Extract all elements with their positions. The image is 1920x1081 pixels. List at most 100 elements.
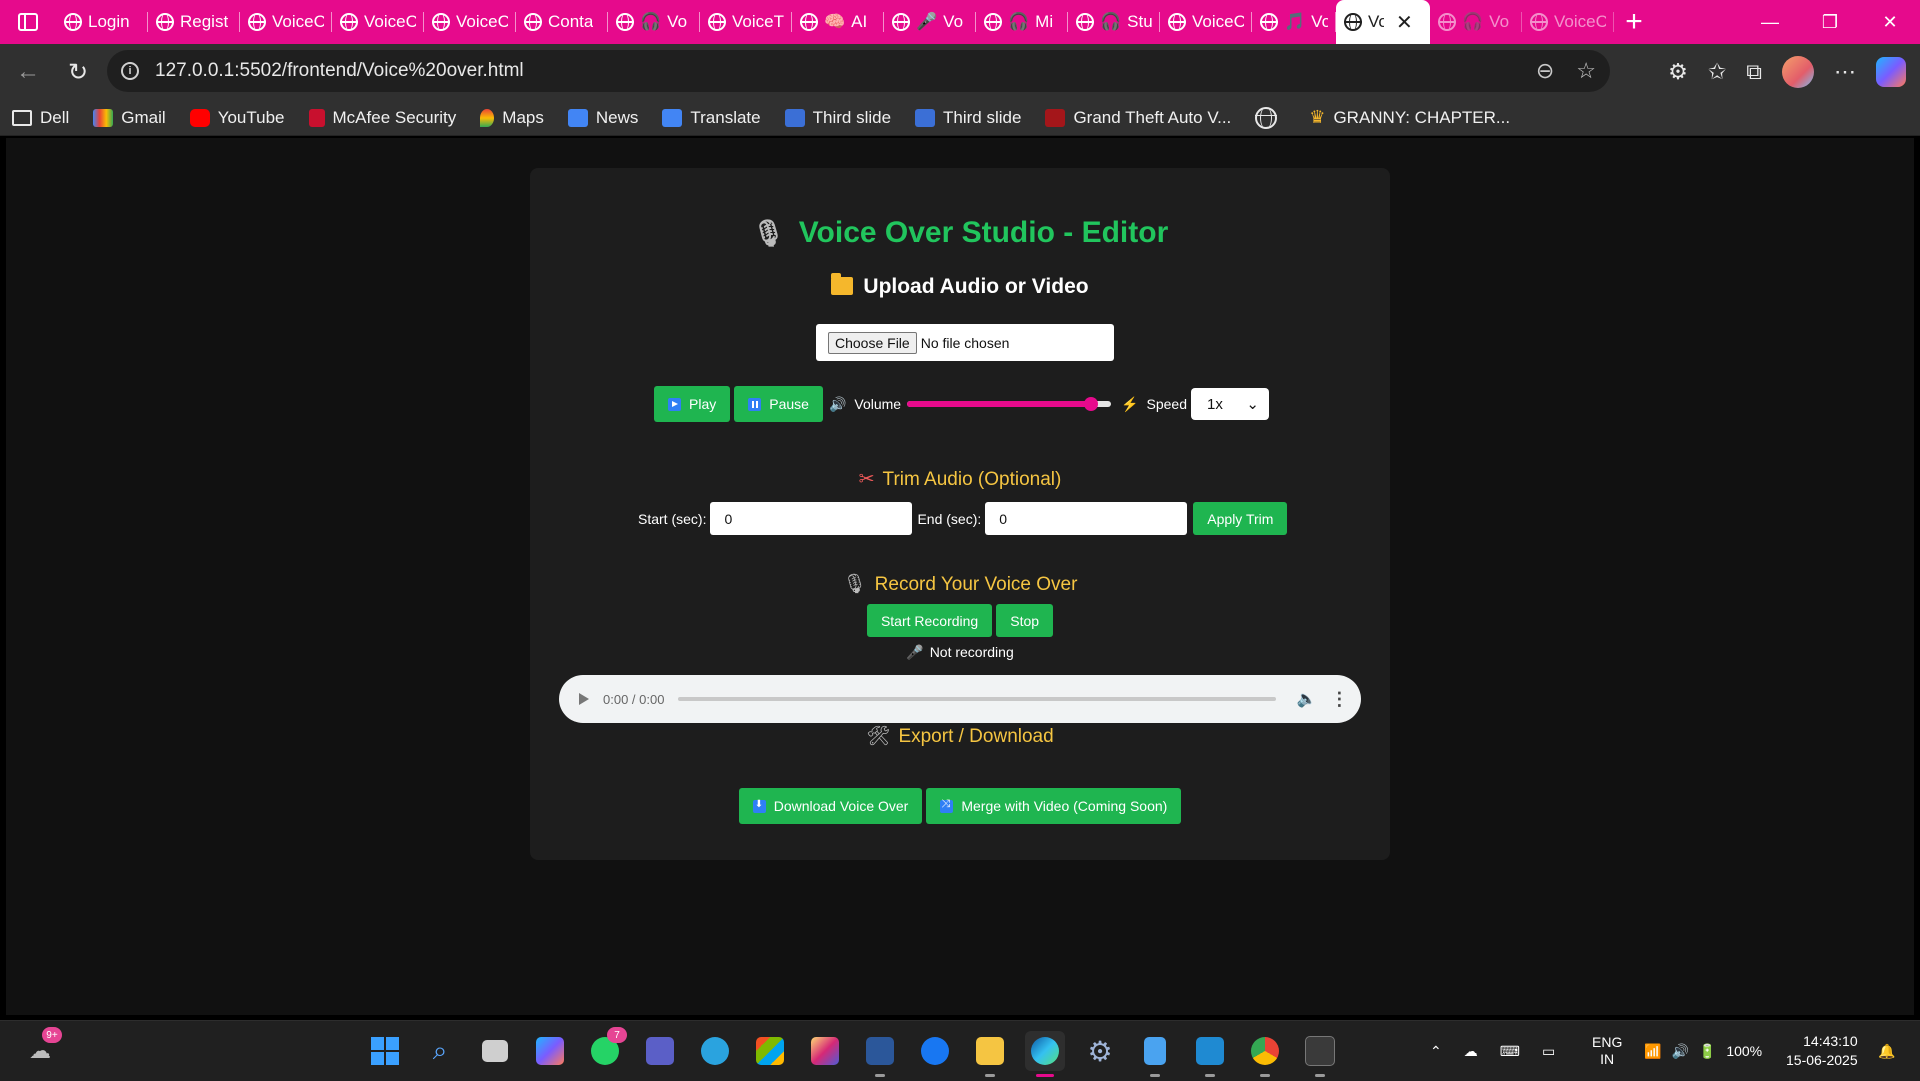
bookmark-maps[interactable]: Maps: [480, 108, 544, 128]
start-button[interactable]: [365, 1031, 405, 1071]
bookmark-dell[interactable]: Dell: [12, 108, 69, 128]
back-button[interactable]: ←: [6, 50, 50, 94]
vscode-app[interactable]: [1190, 1031, 1230, 1077]
apply-trim-button[interactable]: Apply Trim: [1193, 502, 1288, 535]
start-label: Start (sec):: [638, 510, 707, 527]
bookmark-news[interactable]: News: [567, 108, 638, 128]
reload-button[interactable]: ↻: [56, 50, 100, 94]
bookmark-youtube[interactable]: YouTube: [189, 108, 285, 128]
keyboard-icon[interactable]: ⌨: [1500, 1043, 1520, 1060]
tab-register[interactable]: Regist: [148, 0, 240, 44]
copilot-icon[interactable]: [1876, 57, 1906, 87]
download-voice-over-button[interactable]: Download Voice Over: [738, 788, 923, 824]
url-text[interactable]: 127.0.0.1:5502/frontend/Voice%20over.htm…: [155, 60, 524, 82]
task-view[interactable]: [475, 1031, 515, 1071]
trim-end-input[interactable]: 0: [985, 502, 1188, 535]
language-indicator[interactable]: ENG IN: [1592, 1021, 1622, 1081]
notifications-button[interactable]: 🔔: [1878, 1021, 1895, 1081]
terminal-app[interactable]: [1300, 1031, 1340, 1077]
info-icon[interactable]: i: [121, 62, 139, 80]
tab-voice-3[interactable]: VoiceC: [424, 0, 516, 44]
zoom-out-icon[interactable]: ⊖: [1536, 58, 1554, 84]
store-app[interactable]: [750, 1031, 790, 1071]
tab-stu[interactable]: 🎧 Stu: [1068, 0, 1160, 44]
extensions-icon[interactable]: ⚙: [1668, 59, 1688, 85]
running-indicator: [1150, 1074, 1160, 1077]
volume-slider[interactable]: [907, 394, 1112, 414]
tab-voice-4[interactable]: VoiceC: [1160, 0, 1252, 44]
word-app[interactable]: [860, 1031, 900, 1077]
teams-app[interactable]: [640, 1031, 680, 1071]
onedrive-icon[interactable]: ☁: [1464, 1043, 1478, 1060]
profile-avatar[interactable]: [1782, 56, 1814, 88]
volume-thumb[interactable]: [1083, 397, 1098, 411]
whatsapp-app[interactable]: 7: [585, 1027, 627, 1071]
tab-contact[interactable]: Conta: [516, 0, 608, 44]
favorites-icon[interactable]: ✩: [1708, 59, 1726, 85]
tab-voice-1[interactable]: VoiceC: [240, 0, 332, 44]
tab-vo-2[interactable]: 🎤 Vo: [884, 0, 976, 44]
volume-icon[interactable]: 🔈: [1296, 689, 1316, 709]
tab-voice-2[interactable]: VoiceC: [332, 0, 424, 44]
merge-video-button[interactable]: Merge with Video (Coming Soon): [926, 788, 1182, 824]
file-explorer-app[interactable]: [970, 1031, 1010, 1077]
start-recording-button[interactable]: Start Recording: [866, 604, 993, 637]
bookmark-granny[interactable]: ♛ GRANNY: CHAPTER...: [1309, 107, 1510, 128]
weather-widget[interactable]: ☁ 9+: [20, 1027, 62, 1071]
bookmark-globe[interactable]: [1255, 106, 1285, 129]
taskbar-search[interactable]: ⌕: [420, 1031, 460, 1071]
tab-close-icon[interactable]: ✕: [1396, 10, 1413, 35]
tablet-icon[interactable]: ▭: [1542, 1043, 1555, 1060]
stop-button[interactable]: Stop: [996, 604, 1054, 637]
tab-vo-4[interactable]: 🎧 Vo: [1430, 0, 1522, 44]
new-tab-button[interactable]: +: [1614, 0, 1654, 44]
quick-settings[interactable]: 📶 🔊 🔋 100%: [1644, 1021, 1762, 1081]
tab-active-voice-over[interactable]: Vo ✕: [1336, 0, 1430, 44]
pause-button[interactable]: Pause: [734, 386, 823, 422]
bookmark-mcafee[interactable]: McAfee Security: [308, 108, 456, 128]
facebook-app[interactable]: [915, 1031, 955, 1071]
star-icon[interactable]: ☆: [1576, 58, 1596, 84]
bell-icon: 🔔: [1878, 1042, 1896, 1059]
speed-select[interactable]: 1x ⌄: [1191, 388, 1269, 420]
address-bar[interactable]: i 127.0.0.1:5502/frontend/Voice%20over.h…: [107, 50, 1610, 92]
tab-voice-t[interactable]: VoiceT: [700, 0, 792, 44]
bookmark-translate[interactable]: Translate: [662, 108, 761, 128]
instagram-app[interactable]: [805, 1031, 845, 1071]
tab-mi[interactable]: 🎧 Mi: [976, 0, 1068, 44]
tab-voice-5[interactable]: VoiceC: [1522, 0, 1614, 44]
notepad-app[interactable]: [1135, 1031, 1175, 1077]
bookmark-gmail[interactable]: Gmail: [93, 108, 166, 128]
more-menu-icon[interactable]: ⋯: [1834, 59, 1856, 85]
tab-ai[interactable]: 🧠 AI: [792, 0, 884, 44]
edge-app[interactable]: [1025, 1031, 1065, 1077]
search-icon: ⌕: [432, 1035, 448, 1065]
tab-vo-1[interactable]: 🎧 Vo: [608, 0, 700, 44]
bookmark-third-slide-2[interactable]: Third slide: [915, 108, 1021, 128]
volume-label: Volume: [854, 396, 902, 412]
chrome-app[interactable]: [1245, 1031, 1285, 1077]
file-input[interactable]: Choose File No file chosen: [816, 324, 1114, 361]
chevron-up-icon[interactable]: ⌃: [1430, 1043, 1442, 1060]
bookmark-label: Grand Theft Auto V...: [1073, 107, 1232, 127]
running-indicator: [1205, 1074, 1215, 1077]
copilot-app[interactable]: [530, 1031, 570, 1071]
tab-actions-button[interactable]: [0, 0, 56, 44]
clock[interactable]: 14:43:10 15-06-2025: [1786, 1021, 1858, 1081]
choose-file-button[interactable]: Choose File: [828, 331, 917, 354]
close-window-button[interactable]: ✕: [1860, 0, 1920, 44]
play-button[interactable]: Play: [654, 386, 731, 422]
audio-progress-bar[interactable]: [678, 697, 1277, 701]
settings-app[interactable]: ⚙: [1080, 1031, 1120, 1071]
play-icon[interactable]: [579, 693, 589, 705]
telegram-app[interactable]: [695, 1031, 735, 1071]
bookmark-third-slide-1[interactable]: Third slide: [784, 108, 891, 128]
more-options-icon[interactable]: ⋮: [1330, 689, 1348, 710]
tab-login[interactable]: Login: [56, 0, 148, 44]
bookmark-gta[interactable]: Grand Theft Auto V...: [1045, 108, 1231, 128]
minimize-button[interactable]: —: [1740, 0, 1800, 44]
collections-icon[interactable]: ⧉: [1746, 59, 1762, 85]
tab-vo-3[interactable]: 🎵 Vo: [1252, 0, 1336, 44]
restore-button[interactable]: ❐: [1800, 0, 1860, 44]
trim-start-input[interactable]: 0: [710, 502, 913, 535]
